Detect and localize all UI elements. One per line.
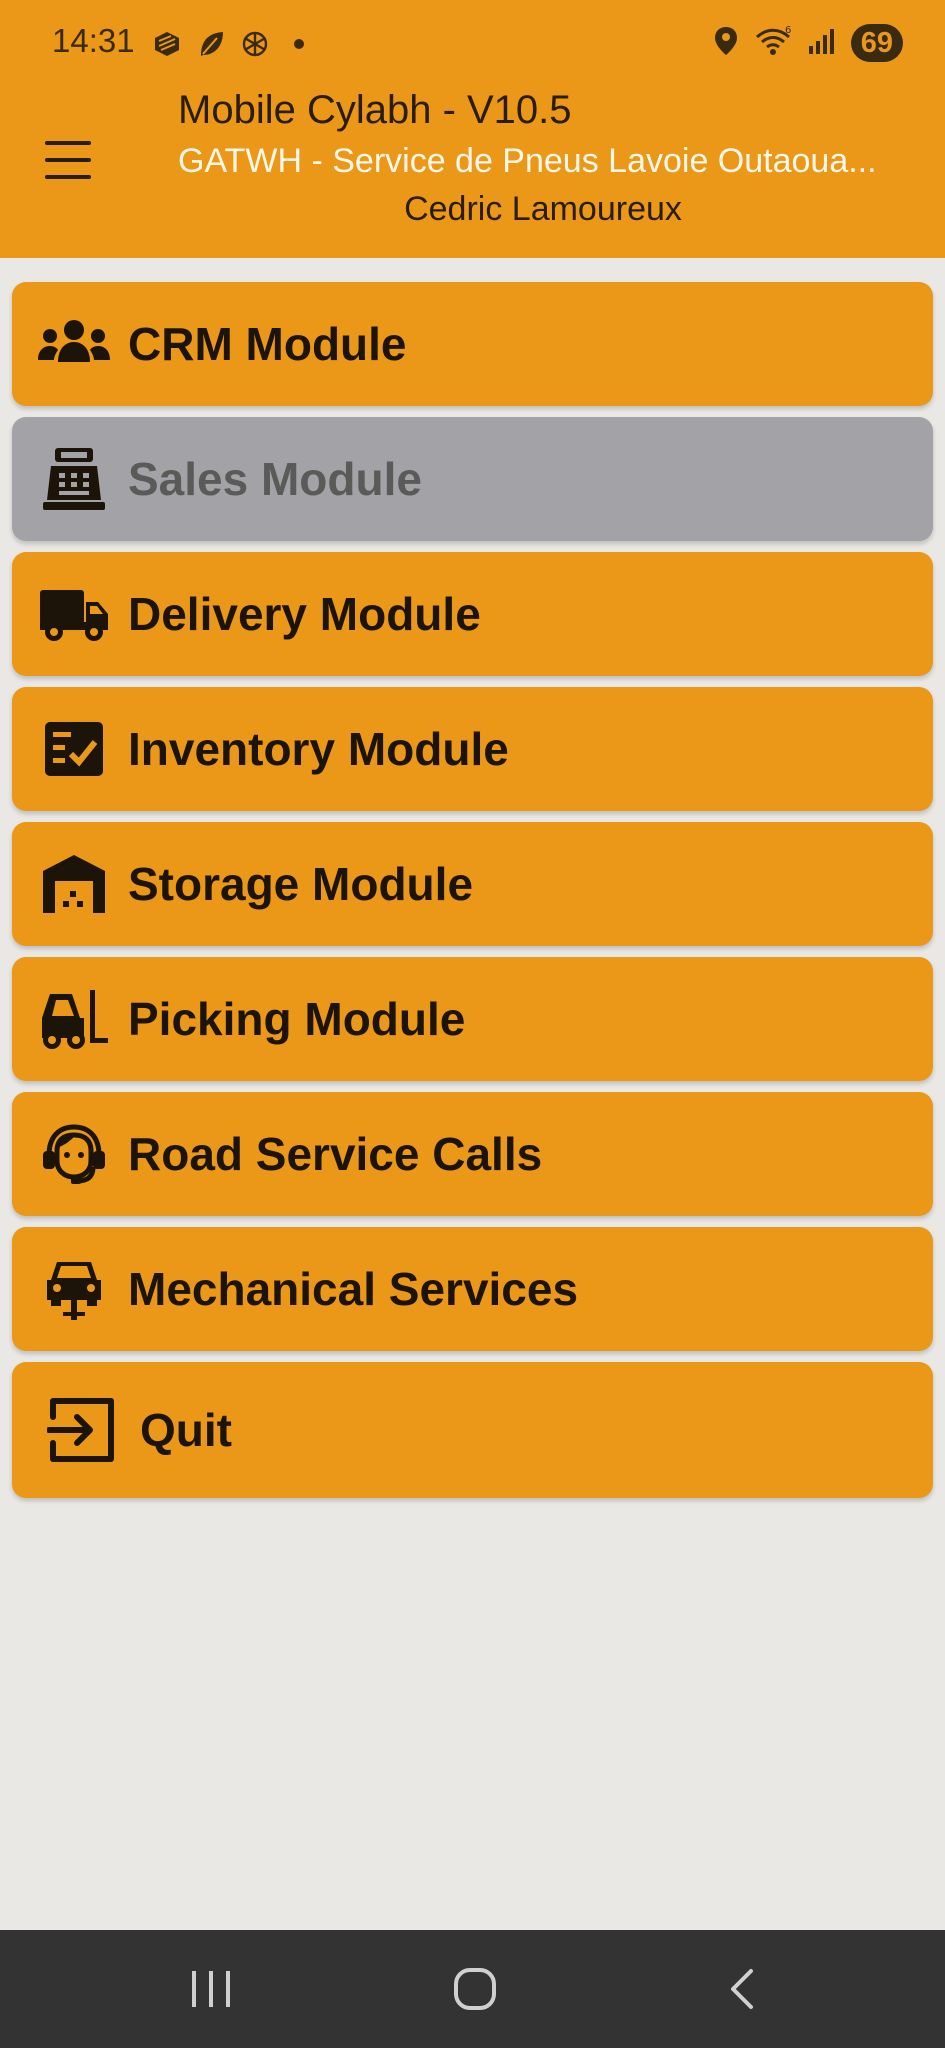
headset-agent-icon: [36, 1116, 112, 1192]
road-service-calls-button[interactable]: Road Service Calls: [12, 1092, 933, 1216]
dot-icon: [282, 27, 316, 61]
menu-item-label: Picking Module: [128, 993, 466, 1045]
leaf-icon: [194, 27, 228, 61]
storage-module-button[interactable]: Storage Module: [12, 822, 933, 946]
menu-item-label: Sales Module: [128, 453, 422, 505]
menu-item-label: Delivery Module: [128, 588, 481, 640]
wifi-icon: 6: [753, 25, 793, 62]
menu-item-label: Mechanical Services: [128, 1263, 579, 1315]
forklift-icon: [36, 981, 112, 1057]
inventory-module-button[interactable]: Inventory Module: [12, 687, 933, 811]
mechanical-services-button[interactable]: Mechanical Services: [12, 1227, 933, 1351]
checklist-icon: [36, 711, 112, 787]
warehouse-icon: [36, 846, 112, 922]
system-nav-bar: [0, 1930, 945, 2048]
user-name: Cedric Lamoureux: [404, 190, 682, 228]
delivery-module-button[interactable]: Delivery Module: [12, 552, 933, 676]
menu-item-label: Quit: [140, 1404, 232, 1456]
truck-icon: [36, 576, 112, 652]
notification-icons: [150, 26, 316, 62]
signal-icon: [807, 26, 837, 61]
app-subtitle: GATWH - Service de Pneus Lavoie Outaoua.…: [178, 142, 877, 180]
location-icon: [713, 25, 739, 62]
quit-button[interactable]: Quit: [12, 1362, 933, 1498]
menu-item-label: CRM Module: [128, 318, 407, 370]
crm-module-button[interactable]: CRM Module: [12, 282, 933, 406]
car-lift-icon: [36, 1251, 112, 1327]
menu-item-label: Inventory Module: [128, 723, 509, 775]
picking-module-button[interactable]: Picking Module: [12, 957, 933, 1081]
menu-item-label: Storage Module: [128, 858, 474, 910]
sales-module-button[interactable]: Sales Module: [12, 417, 933, 541]
home-icon[interactable]: [440, 1954, 510, 2024]
hamburger-menu-icon[interactable]: [40, 135, 96, 185]
back-icon[interactable]: [706, 1954, 776, 2024]
cash-register-icon: [36, 441, 112, 517]
status-bar: 14:31 6 69: [0, 0, 945, 88]
app-header: 14:31 6 69 Mobile Cylabh - V10.5 GATWH -…: [0, 0, 945, 258]
svg-text:6: 6: [785, 25, 791, 36]
module-menu: CRM Module Sales Module Delivery Module …: [12, 282, 933, 1509]
status-time: 14:31: [52, 22, 135, 59]
openai-icon: [238, 27, 272, 61]
status-right: 6 69: [713, 24, 903, 62]
exit-icon: [44, 1392, 120, 1468]
app-icon: [150, 27, 184, 61]
recents-icon[interactable]: [176, 1954, 246, 2024]
people-icon: [36, 306, 112, 382]
battery-indicator: 69: [850, 24, 903, 62]
app-title: Mobile Cylabh - V10.5: [178, 88, 572, 132]
menu-item-label: Road Service Calls: [128, 1128, 543, 1180]
